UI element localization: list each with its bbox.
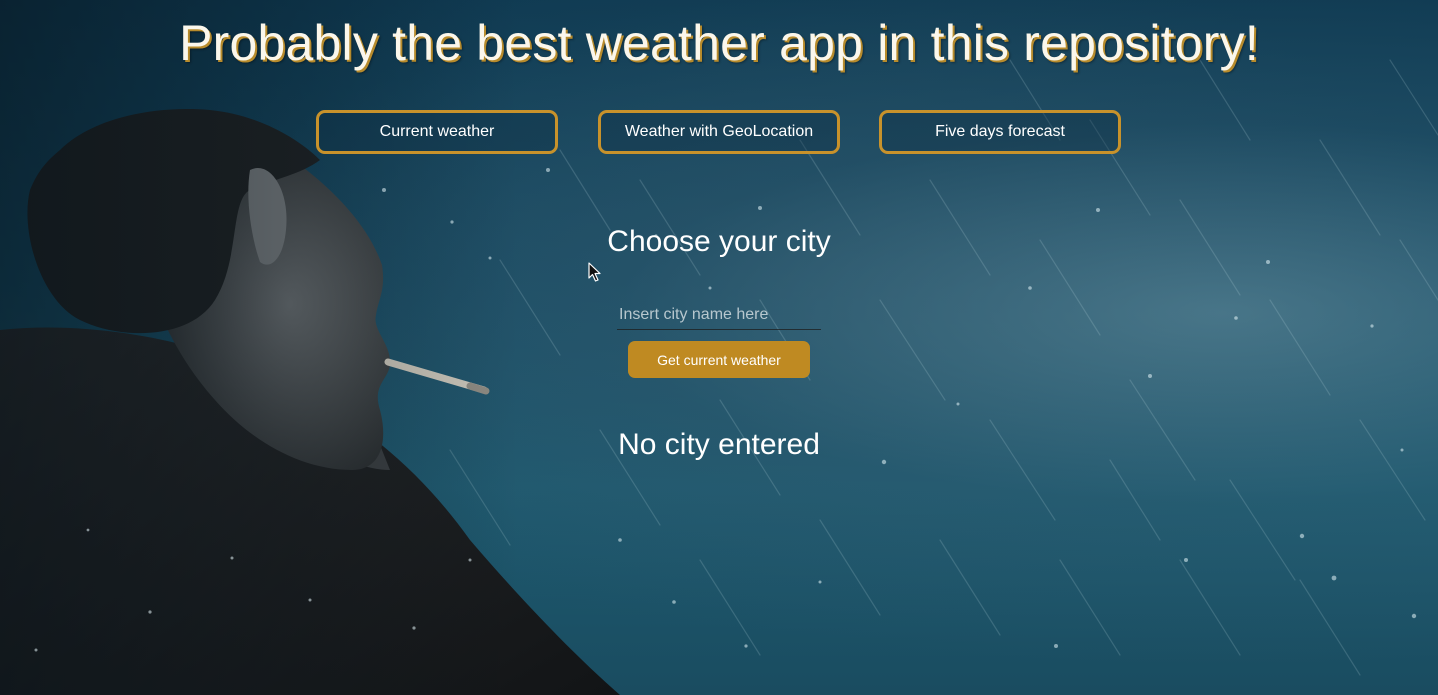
choose-city-heading: Choose your city [607,225,831,258]
mouse-pointer-icon [588,262,602,287]
main-nav: Current weather Weather with GeoLocation… [0,110,1438,154]
get-current-weather-button[interactable]: Get current weather [628,341,810,378]
app-container: Probably the best weather app in this re… [0,0,1438,695]
geolocation-weather-button[interactable]: Weather with GeoLocation [598,110,840,154]
result-message: No city entered [618,428,820,461]
current-weather-button[interactable]: Current weather [316,110,558,154]
city-search-input[interactable] [617,300,821,330]
page-title: Probably the best weather app in this re… [179,15,1259,71]
five-days-forecast-button[interactable]: Five days forecast [879,110,1121,154]
